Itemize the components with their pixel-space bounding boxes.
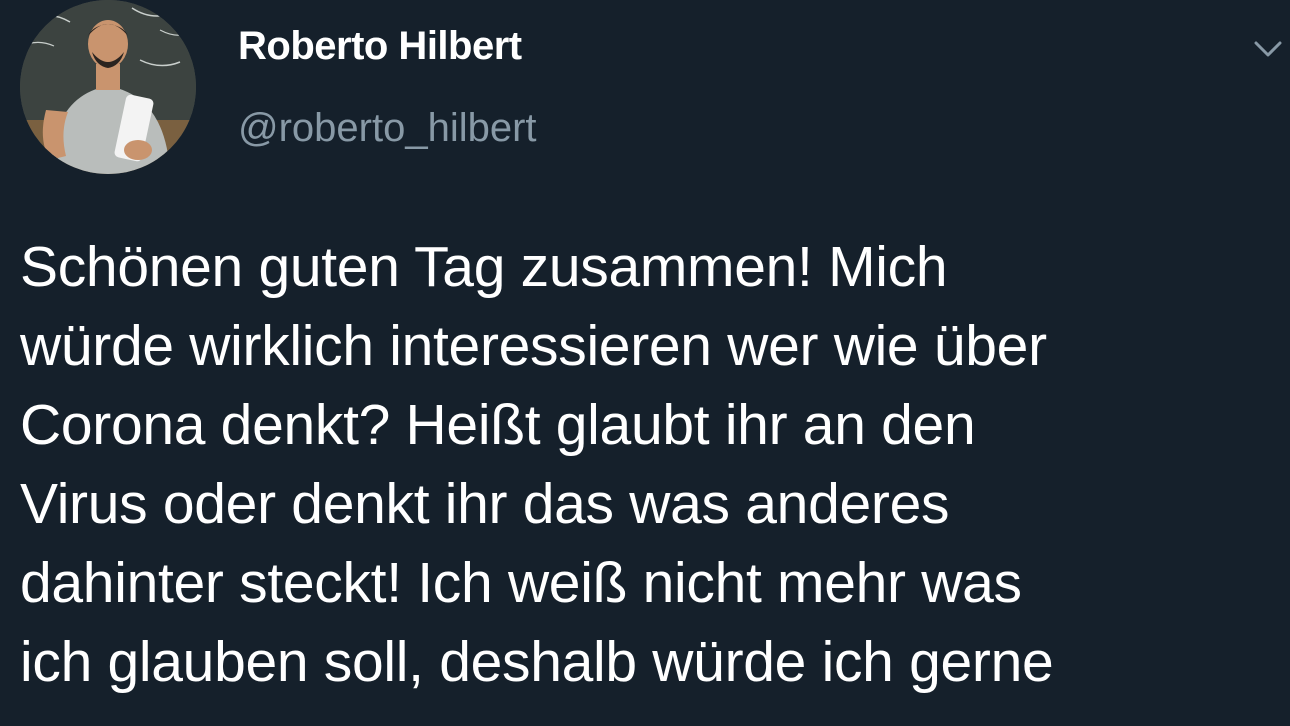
author-display-name[interactable]: Roberto Hilbert [238,24,522,69]
tweet-text-line: würde wirklich interessieren wer wie übe… [20,314,1047,378]
tweet-text: Schönen guten Tag zusammen! Mich würde w… [20,228,1280,702]
author-avatar[interactable] [20,0,196,174]
chevron-down-icon [1254,41,1282,57]
tweet-text-line: Virus oder denkt ihr das was anderes [20,472,950,536]
tweet-text-line: dahinter steckt! Ich weiß nicht mehr was [20,551,1022,615]
tweet-text-line: Corona denkt? Heißt glaubt ihr an den [20,393,976,457]
tweet-text-line: ich glauben soll, deshalb würde ich gern… [20,630,1054,694]
tweet-text-line: Schönen guten Tag zusammen! Mich [20,235,948,299]
author-handle[interactable]: @roberto_hilbert [238,106,537,151]
more-options-button[interactable] [1248,28,1288,68]
profile-photo-icon [20,0,196,174]
